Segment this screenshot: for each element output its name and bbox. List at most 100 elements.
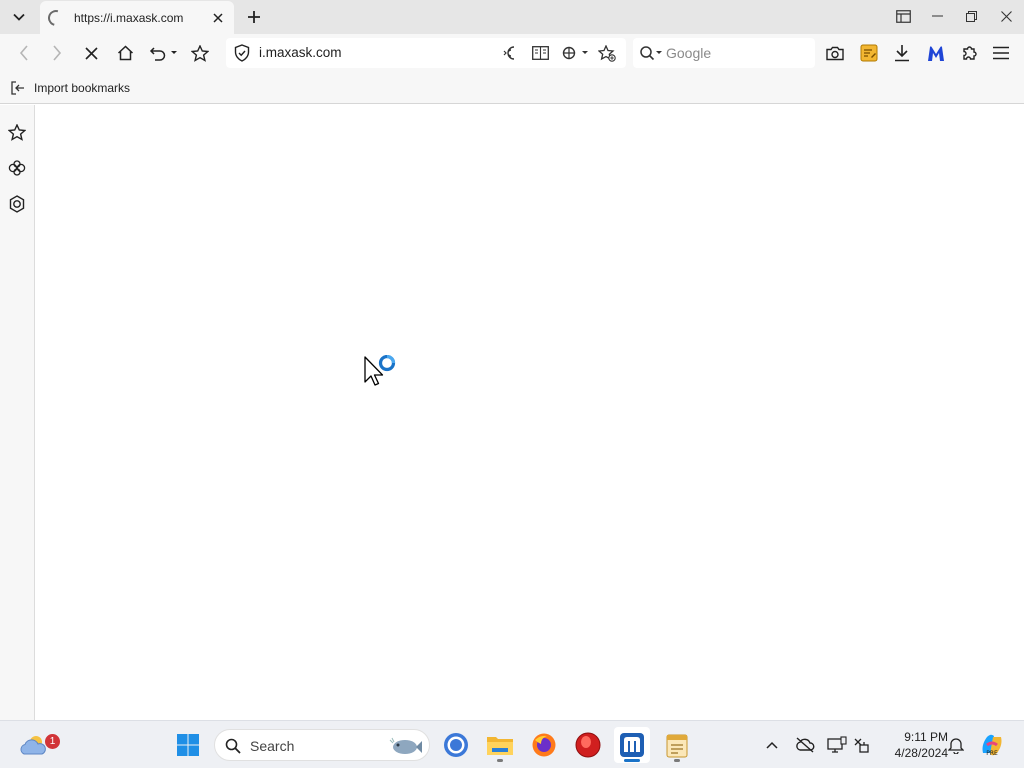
firefox-icon [532, 733, 556, 757]
new-tab-button[interactable] [242, 5, 266, 29]
search-icon [640, 46, 662, 61]
home-button[interactable] [112, 41, 138, 65]
bookmark-star-button[interactable] [187, 41, 213, 65]
chevron-up-icon [766, 741, 778, 749]
minimize-icon [931, 15, 943, 17]
import-bookmarks-label: Import bookmarks [34, 81, 131, 95]
weather-cloud-icon [20, 736, 46, 755]
malwarebytes-icon [928, 45, 944, 61]
close-icon [84, 46, 98, 60]
display-tray-button[interactable] [826, 734, 848, 756]
screen: https://i.maxask.com i.maxask.com Google… [0, 0, 1024, 768]
forward-button[interactable] [44, 41, 70, 65]
notes-icon [860, 44, 878, 62]
notifications-button[interactable] [945, 734, 967, 756]
undo-icon [149, 47, 177, 61]
star-add-icon[interactable] [597, 44, 617, 62]
minimize-button[interactable] [923, 4, 951, 28]
tab-bar: https://i.maxask.com [0, 0, 1024, 34]
search-box[interactable]: Google [633, 38, 815, 68]
bell-icon [948, 738, 964, 754]
notes-button[interactable] [857, 41, 881, 65]
start-icon [177, 734, 199, 756]
taskbar-search[interactable]: Search [214, 729, 430, 761]
tab-title: https://i.maxask.com [74, 10, 184, 25]
arrow-right-icon [53, 45, 62, 61]
import-bookmarks-item[interactable]: Import bookmarks [10, 78, 130, 98]
malwarebytes-extension-button[interactable] [924, 41, 948, 65]
stop-loading-button[interactable] [78, 41, 104, 65]
star-outline-icon [8, 123, 26, 141]
taskbar-clock[interactable]: 9:11 PM 4/28/2024 [878, 729, 948, 761]
sidebar-extension-button[interactable] [5, 156, 29, 180]
search-engine-icon[interactable] [639, 44, 663, 62]
taskbar-app-maxthon[interactable] [614, 727, 650, 763]
shield-check-icon[interactable] [232, 44, 252, 62]
taskbar-app-chrome[interactable] [438, 727, 474, 763]
downloads-button[interactable] [890, 41, 914, 65]
maxthon-icon [620, 733, 644, 757]
back-button[interactable] [11, 41, 37, 65]
chrome-icon [444, 733, 468, 757]
svg-text:PRE: PRE [986, 750, 998, 757]
address-bar[interactable]: i.maxask.com [226, 38, 626, 68]
plus-icon [248, 11, 260, 23]
download-icon [895, 45, 909, 62]
extension-hub-icon[interactable] [560, 44, 590, 62]
page-content[interactable] [35, 105, 1024, 720]
extensions-button[interactable] [958, 41, 982, 65]
star-outline-icon [191, 44, 209, 62]
taskbar-app-file-explorer[interactable] [482, 727, 518, 763]
running-indicator [624, 759, 640, 762]
taskbar-search-label: Search [250, 738, 295, 754]
clock-date: 4/28/2024 [894, 746, 948, 760]
panel-layout-icon [895, 9, 911, 23]
screenshot-button[interactable] [823, 41, 847, 65]
search-icon [225, 738, 241, 754]
close-window-button[interactable] [992, 4, 1020, 28]
restore-button[interactable] [957, 4, 985, 28]
network-tray-button[interactable] [851, 734, 873, 756]
file-explorer-icon [487, 737, 513, 755]
copilot-icon: PRE [982, 734, 1002, 757]
taskbar-app-opera[interactable] [570, 727, 606, 763]
sidebar [0, 105, 35, 720]
network-disconnected-icon [854, 738, 869, 753]
hexagon-gear-icon [9, 195, 25, 213]
camera-icon [826, 46, 844, 60]
start-button[interactable] [170, 727, 206, 763]
running-indicator [674, 759, 680, 762]
chevron-down-icon [13, 8, 25, 26]
running-indicator [497, 759, 503, 762]
monitor-icon [827, 736, 847, 753]
tab-list-button[interactable] [6, 5, 32, 29]
sidebar-toggle-button[interactable] [889, 4, 917, 28]
copilot-button[interactable]: PRE [979, 732, 1005, 758]
show-hidden-icons-button[interactable] [761, 734, 783, 756]
search-highlight-fish-icon [389, 737, 422, 754]
reader-mode-icon[interactable] [530, 44, 550, 62]
weather-widget[interactable]: 1 [14, 727, 60, 763]
onedrive-tray-button[interactable] [794, 734, 816, 756]
close-tab-button[interactable] [210, 10, 226, 26]
taskbar-app-notepad[interactable] [659, 727, 695, 763]
sidebar-bookmarks-button[interactable] [5, 120, 29, 144]
clock-time: 9:11 PM [904, 730, 948, 744]
navigation-toolbar: i.maxask.com Google [0, 34, 1024, 72]
search-placeholder: Google [666, 45, 712, 61]
notepad-icon [666, 734, 688, 758]
menu-icon [993, 46, 1009, 60]
cloud-offline-icon [796, 737, 815, 753]
main-menu-button[interactable] [989, 41, 1013, 65]
taskbar-app-firefox[interactable] [526, 727, 562, 763]
notification-badge: 1 [45, 734, 60, 749]
close-icon [213, 12, 223, 23]
sidebar-settings-button[interactable] [5, 192, 29, 216]
undo-close-tab-button[interactable] [146, 41, 180, 65]
tab-active[interactable]: https://i.maxask.com [40, 1, 234, 34]
taskbar: 1 Search 9:11 PM 4/28/2024 PRE [0, 720, 1024, 768]
read-aloud-icon[interactable] [500, 44, 520, 62]
bookmarks-bar: Import bookmarks [0, 72, 1024, 104]
opera-icon [575, 732, 601, 758]
extensions-puzzle-icon [963, 46, 977, 60]
